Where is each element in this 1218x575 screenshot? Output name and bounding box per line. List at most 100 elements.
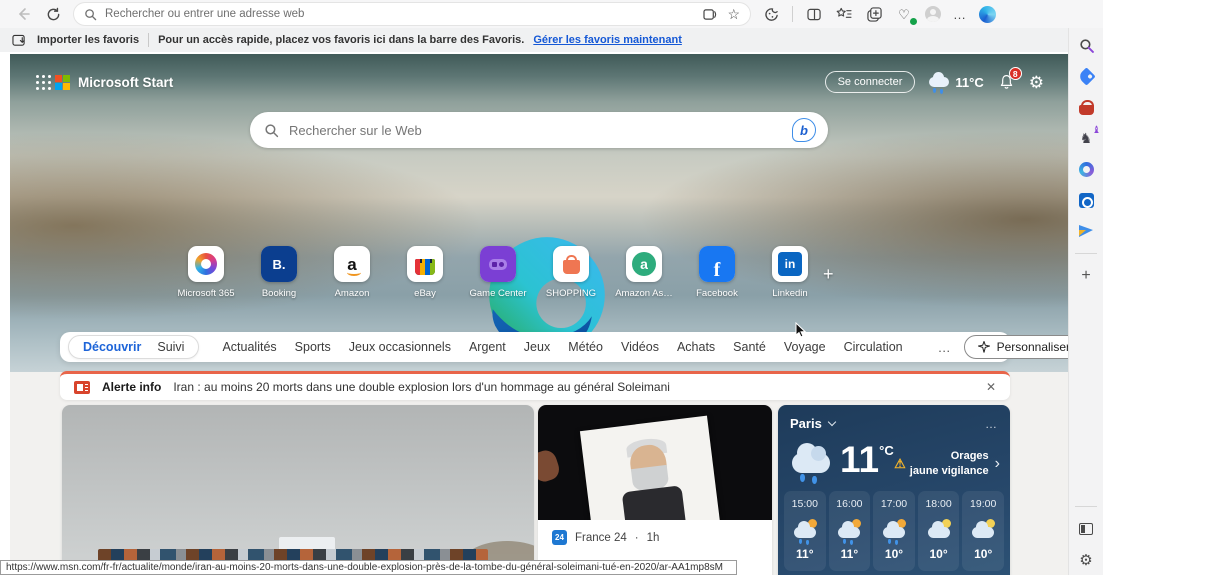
shopping-tag-icon[interactable]: [1077, 67, 1095, 85]
forecast-hour[interactable]: 17:00 10°: [873, 491, 915, 571]
header-temperature: 11°C: [955, 75, 983, 90]
hero-background: Microsoft Start Se connecter 11°C 8 ⚙: [10, 54, 1068, 372]
favorites-list-icon[interactable]: [835, 5, 853, 23]
toolbar-more-icon[interactable]: …: [953, 7, 967, 22]
quick-link-ebay[interactable]: eBay: [397, 246, 453, 299]
grocery-basket-icon[interactable]: [1077, 98, 1095, 116]
forecast-hour[interactable]: 19:00 10°: [962, 491, 1004, 571]
search-icon: [264, 123, 279, 138]
collections-add-icon[interactable]: [865, 5, 883, 23]
source-time: 1h: [647, 532, 660, 544]
read-aloud-icon[interactable]: [701, 5, 719, 23]
forecast-hour[interactable]: 18:00 10°: [918, 491, 960, 571]
quick-link-game-center[interactable]: Game Center: [470, 246, 526, 299]
sign-in-button[interactable]: Se connecter: [825, 71, 916, 93]
alert-close-icon[interactable]: ✕: [986, 380, 996, 394]
notification-badge: 8: [1009, 67, 1022, 80]
browser-essentials-icon[interactable]: ♡: [895, 5, 913, 23]
breaking-news-bar[interactable]: Alerte info Iran : au moins 20 morts dan…: [60, 371, 1010, 400]
tab-argent[interactable]: Argent: [469, 340, 506, 354]
hourly-forecast: 15:00 11° 16:00 11° 17:00 10° 18:00: [778, 479, 1010, 571]
quick-link-amazon-as[interactable]: a Amazon As…: [616, 246, 672, 299]
favorite-star-icon[interactable]: ☆: [727, 7, 740, 21]
web-search-input[interactable]: [289, 123, 782, 138]
app-launcher-icon[interactable]: [36, 75, 39, 78]
chevron-right-icon[interactable]: ›: [995, 453, 1000, 475]
notifications-bell[interactable]: 8: [998, 73, 1015, 91]
hour-label: 15:00: [792, 498, 818, 510]
add-shortcut-icon[interactable]: +: [823, 264, 834, 285]
tab-voyage[interactable]: Voyage: [784, 340, 826, 354]
weather-city[interactable]: Paris: [790, 416, 822, 431]
page-settings-icon[interactable]: ⚙: [1029, 74, 1044, 91]
knight-glyph: ♞: [1080, 131, 1093, 145]
address-bar[interactable]: ☆: [74, 3, 750, 25]
tab-actualites[interactable]: Actualités: [222, 340, 276, 354]
address-input[interactable]: [105, 8, 693, 20]
microsoft-365-icon[interactable]: [1077, 160, 1095, 178]
import-favorites-icon: [10, 31, 28, 49]
source-name: France 24: [575, 532, 627, 544]
copilot-icon[interactable]: [979, 6, 996, 23]
rail-add-icon[interactable]: +: [1077, 267, 1095, 285]
hour-temp: 11°: [841, 547, 858, 561]
tab-circulation[interactable]: Circulation: [844, 340, 903, 354]
drop-icon[interactable]: [1077, 222, 1095, 240]
rain-sun-icon: [794, 527, 816, 538]
rail-settings-icon[interactable]: ⚙: [1077, 551, 1095, 569]
tab-videos[interactable]: Vidéos: [621, 340, 659, 354]
tab-achats[interactable]: Achats: [677, 340, 715, 354]
quick-link-microsoft-365[interactable]: Microsoft 365: [178, 246, 234, 299]
back-icon[interactable]: [14, 5, 32, 23]
web-search-bar[interactable]: b: [250, 112, 828, 148]
tab-jeux-occasionnels[interactable]: Jeux occasionnels: [349, 340, 451, 354]
manage-favorites-link[interactable]: Gérer les favoris maintenant: [533, 34, 682, 46]
cookie-icon[interactable]: [762, 5, 780, 23]
current-temperature: 11: [840, 441, 879, 478]
nav-pill: Découvrir Suivi: [68, 335, 199, 359]
weather-alert[interactable]: ⚠ Orages jaune vigilance ›: [894, 441, 1000, 479]
tab-suivi[interactable]: Suivi: [157, 340, 184, 354]
tab-meteo[interactable]: Météo: [568, 340, 603, 354]
tab-decouvrir[interactable]: Découvrir: [83, 340, 141, 354]
favbar-divider: [148, 33, 149, 47]
quick-link-label: Amazon As…: [615, 288, 673, 299]
tab-jeux[interactable]: Jeux: [524, 340, 550, 354]
forecast-hour[interactable]: 16:00 11°: [829, 491, 871, 571]
microsoft-365-tile-icon: [188, 246, 224, 282]
window-margin: [1103, 0, 1218, 575]
tab-sports[interactable]: Sports: [295, 340, 331, 354]
forecast-hour[interactable]: 15:00 11°: [784, 491, 826, 571]
quick-link-label: Amazon: [335, 288, 370, 299]
chevron-down-icon[interactable]: [828, 418, 836, 426]
sidebar-search-icon[interactable]: [1077, 36, 1095, 54]
profile-avatar[interactable]: [925, 6, 941, 22]
brand-title[interactable]: Microsoft Start: [78, 75, 173, 90]
weather-menu-icon[interactable]: …: [985, 417, 998, 431]
alert-message[interactable]: Iran : au moins 20 morts dans une double…: [173, 380, 670, 394]
split-screen-icon[interactable]: [805, 5, 823, 23]
quick-link-facebook[interactable]: f Facebook: [689, 246, 745, 299]
quick-link-shopping[interactable]: SHOPPING: [543, 246, 599, 299]
quick-link-booking[interactable]: B. Booking: [251, 246, 307, 299]
bing-icon[interactable]: b: [792, 118, 816, 142]
refresh-icon[interactable]: [44, 5, 62, 23]
quick-link-amazon[interactable]: a Amazon: [324, 246, 380, 299]
weather-card[interactable]: Paris … 11 °C ⚠ Orages jaune vigilance ›: [778, 405, 1010, 575]
tab-sante[interactable]: Santé: [733, 340, 766, 354]
outlook-icon[interactable]: [1077, 191, 1095, 209]
import-favorites-label[interactable]: Importer les favoris: [37, 34, 139, 46]
favorites-hint: Pour un accès rapide, placez vos favoris…: [158, 34, 524, 46]
quick-link-linkedin[interactable]: in Linkedin: [762, 246, 818, 299]
personalize-label: Personnaliser: [997, 340, 1068, 354]
games-icon[interactable]: ♞♝: [1077, 129, 1095, 147]
personalize-button[interactable]: Personnaliser: [964, 335, 1068, 359]
news-card-france24[interactable]: 24 France 24 · 1h Iran : au moins 20 mor…: [538, 405, 772, 575]
nav-more-icon[interactable]: …: [938, 340, 952, 355]
sidebar-toggle-icon[interactable]: [1077, 520, 1095, 538]
news-card-bfm[interactable]: CMA CGM BFM Business · 12m: [62, 405, 534, 575]
header-weather[interactable]: 11°C: [929, 75, 983, 90]
rail-divider: [1075, 253, 1097, 254]
browser-toolbar: ☆ ♡ …: [0, 0, 1103, 28]
source-line: 24 France 24 · 1h: [552, 530, 758, 545]
